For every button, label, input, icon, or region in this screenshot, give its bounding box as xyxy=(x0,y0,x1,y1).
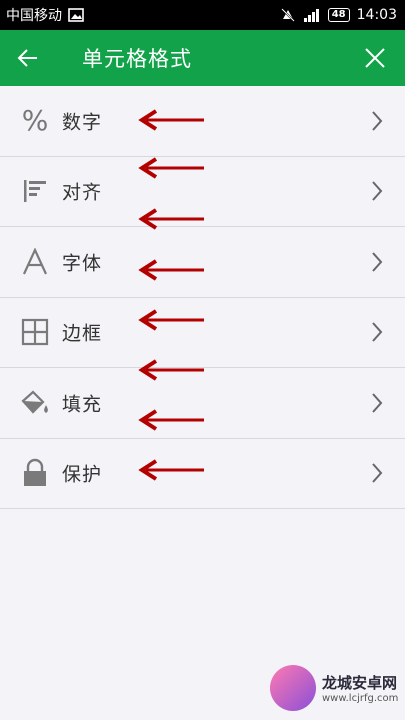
annotation-arrow-icon xyxy=(138,359,204,381)
annotation-arrow-icon xyxy=(138,109,204,131)
menu-item-label: 数字 xyxy=(62,111,103,134)
annotation-arrow-icon xyxy=(138,259,204,281)
image-notification-icon xyxy=(68,8,84,22)
signal-icon xyxy=(303,9,319,22)
chevron-right-icon xyxy=(372,463,383,483)
page-title: 单元格格式 xyxy=(82,47,192,71)
clock: 14:03 xyxy=(356,7,397,23)
battery-level: 48 xyxy=(327,8,350,22)
percent-icon: % xyxy=(21,104,49,138)
chevron-right-icon xyxy=(372,181,383,201)
annotation-arrow-icon xyxy=(138,459,204,481)
chevron-right-icon xyxy=(372,393,383,413)
chevron-right-icon xyxy=(372,252,383,272)
back-button[interactable] xyxy=(0,30,56,86)
arrow-left-icon xyxy=(17,49,37,67)
format-options-list: % 数字 对齐 字体 边框 填充 保护 xyxy=(0,86,405,509)
menu-item-label: 对齐 xyxy=(62,181,103,204)
align-icon xyxy=(20,176,50,206)
annotation-arrow-icon xyxy=(138,409,204,431)
watermark-title: 龙城安卓网 xyxy=(322,674,398,692)
status-bar: 中国移动 48 14:03 xyxy=(0,0,405,30)
annotation-arrow-icon xyxy=(138,157,204,179)
watermark-logo-icon xyxy=(270,665,316,711)
fill-bucket-icon xyxy=(20,388,50,418)
menu-item-label: 保护 xyxy=(62,463,103,486)
notification-muted-icon xyxy=(281,8,295,22)
close-icon xyxy=(365,48,385,68)
watermark-url: www.lcjrfg.com xyxy=(322,693,399,704)
border-icon xyxy=(20,317,50,347)
chevron-right-icon xyxy=(372,111,383,131)
close-button[interactable] xyxy=(347,30,403,86)
menu-item-label: 填充 xyxy=(62,393,103,416)
menu-item-label: 边框 xyxy=(62,322,103,345)
chevron-right-icon xyxy=(372,322,383,342)
carrier-name: 中国移动 xyxy=(6,8,62,24)
lock-icon xyxy=(20,458,50,488)
annotation-arrow-icon xyxy=(138,309,204,331)
site-watermark: 龙城安卓网 www.lcjrfg.com xyxy=(270,656,405,720)
font-icon xyxy=(20,247,50,277)
app-bar: 单元格格式 xyxy=(0,30,405,86)
menu-item-label: 字体 xyxy=(62,252,103,275)
annotation-arrow-icon xyxy=(138,208,204,230)
